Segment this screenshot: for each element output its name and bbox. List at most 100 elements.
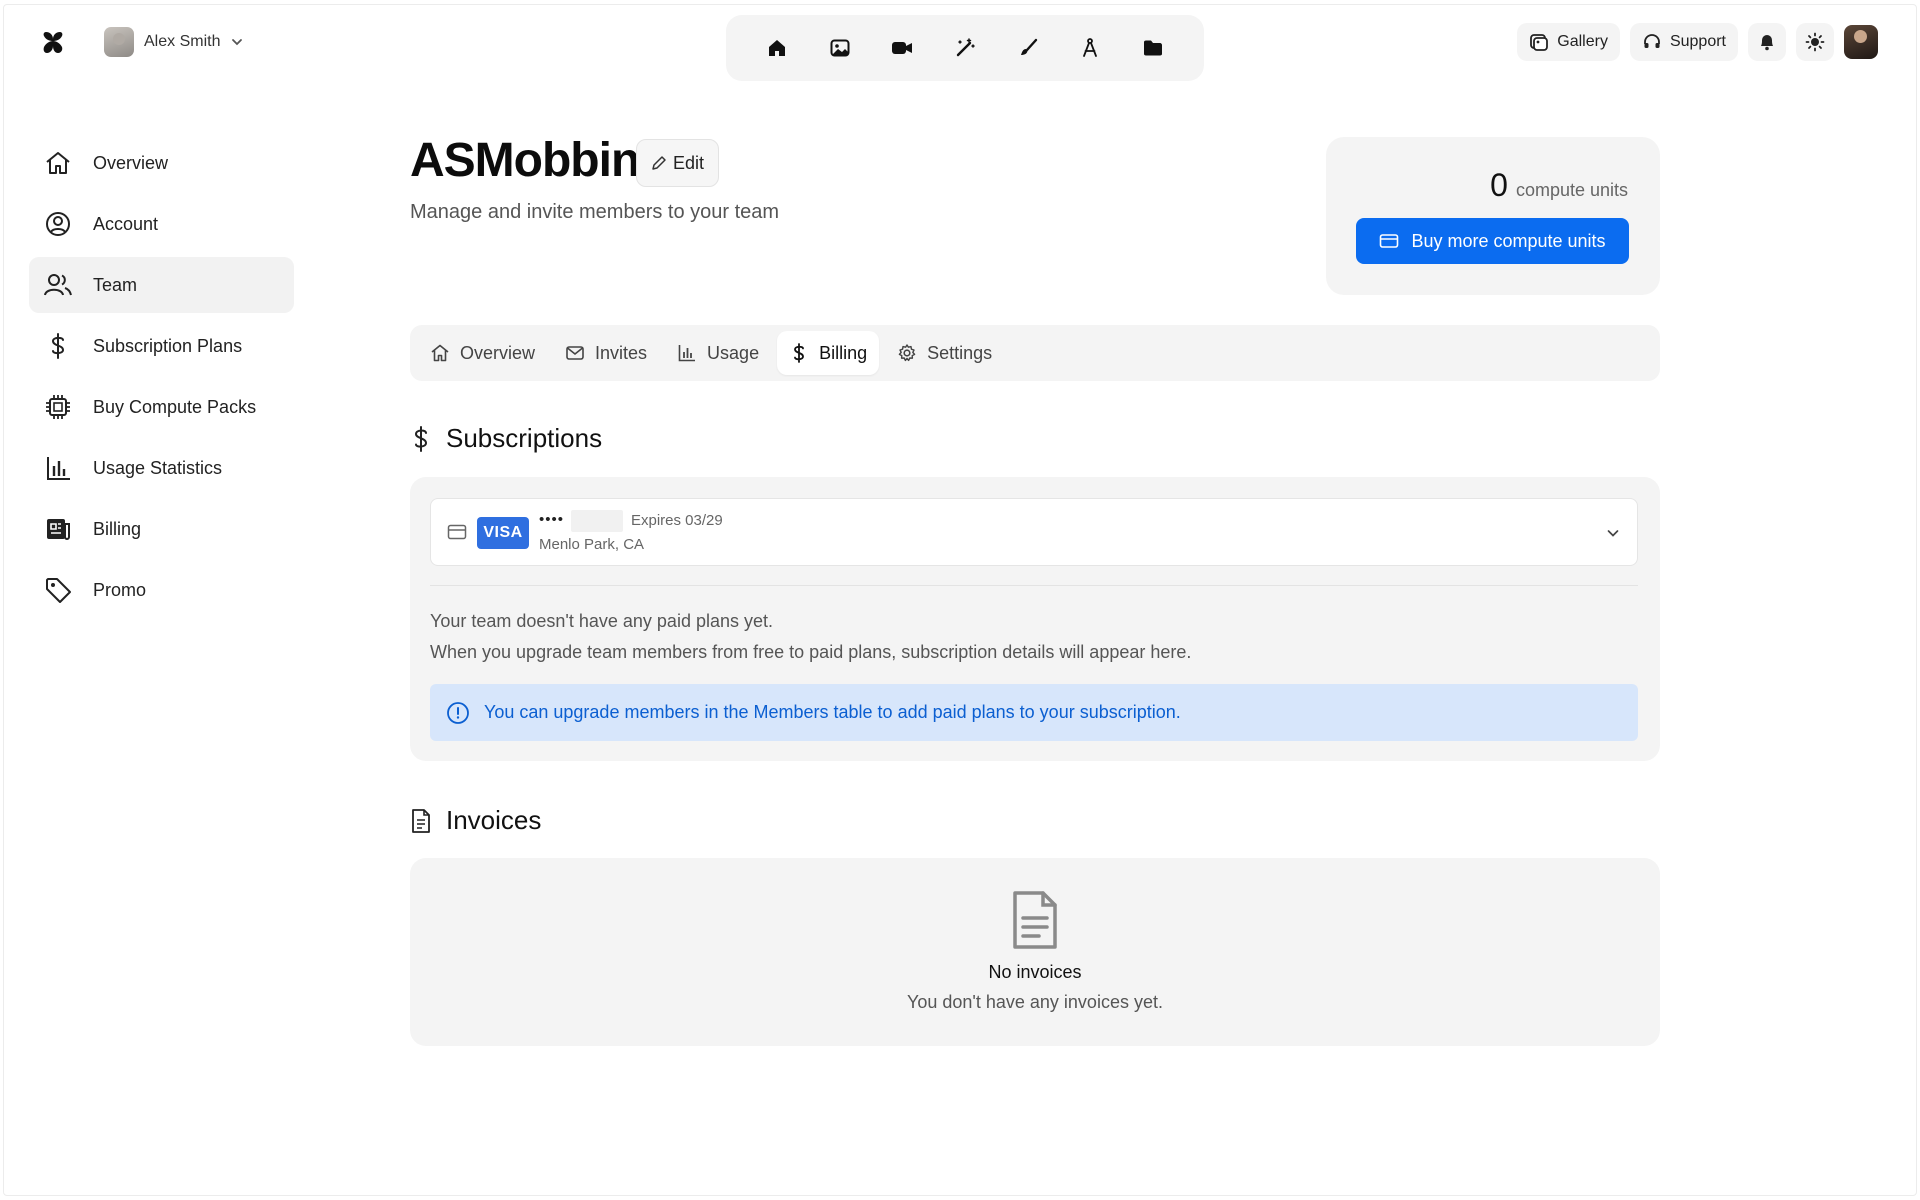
card-location: Menlo Park, CA — [539, 536, 645, 553]
no-plans-text: Your team doesn't have any paid plans ye… — [430, 611, 774, 631]
magic-wand-icon[interactable] — [945, 28, 985, 68]
empty-state-subtitle: You don't have any invoices yet. — [907, 992, 1163, 1012]
team-tabs: Overview Invites Usage Billing Settings — [410, 325, 1660, 381]
subscriptions-heading: Subscriptions — [410, 423, 602, 454]
tab-label: Settings — [927, 342, 993, 363]
payment-method-row[interactable]: VISA •••• Expires 03/29 Menlo Park, CA — [430, 498, 1638, 566]
tag-icon — [43, 575, 73, 605]
tab-billing[interactable]: Billing — [777, 331, 880, 375]
bell-icon — [1757, 32, 1777, 52]
user-name: Alex Smith — [144, 33, 221, 50]
pencil-icon — [651, 155, 667, 171]
chip-icon — [43, 392, 73, 422]
compute-unit-label: compute units — [1515, 180, 1628, 200]
section-title: Subscriptions — [446, 423, 603, 453]
edit-team-name-button[interactable]: Edit — [636, 139, 720, 187]
user-avatar[interactable] — [1844, 25, 1878, 59]
divider — [430, 585, 1638, 586]
info-icon — [446, 701, 470, 725]
info-text: You can upgrade members in the Members t… — [484, 702, 1181, 722]
buy-label: Buy more compute units — [1411, 230, 1606, 251]
page-subtitle: Manage and invite members to your team — [410, 201, 780, 223]
team-icon — [43, 270, 73, 300]
card-expiry: Expires 03/29 — [631, 512, 723, 529]
gallery-button[interactable]: Gallery — [1517, 23, 1620, 61]
tab-usage[interactable]: Usage — [665, 331, 771, 375]
app-logo-icon[interactable] — [40, 29, 68, 57]
plans-help-text: When you upgrade team members from free … — [430, 642, 1192, 662]
image-icon[interactable] — [820, 28, 860, 68]
section-title: Invoices — [446, 805, 542, 835]
sidebar-item-account[interactable]: Account — [29, 196, 294, 252]
tab-invites[interactable]: Invites — [553, 331, 659, 375]
sidebar-item-promo[interactable]: Promo — [29, 562, 294, 618]
tab-label: Overview — [460, 342, 536, 363]
tab-settings[interactable]: Settings — [885, 331, 1004, 375]
sidebar-item-usage-statistics[interactable]: Usage Statistics — [29, 440, 294, 496]
sidebar-item-overview[interactable]: Overview — [29, 135, 294, 191]
invoices-panel: No invoices You don't have any invoices … — [410, 858, 1660, 1046]
sidebar: Overview Account Team Subscription Plans… — [29, 135, 294, 623]
video-icon[interactable] — [882, 28, 922, 68]
document-icon — [1009, 890, 1061, 950]
buy-compute-units-button[interactable]: Buy more compute units — [1356, 218, 1629, 264]
home-icon — [43, 148, 73, 178]
tab-label: Invites — [595, 342, 648, 363]
info-banner: You can upgrade members in the Members t… — [430, 684, 1638, 741]
gallery-label: Gallery — [1557, 33, 1608, 50]
receipt-icon — [43, 514, 73, 544]
folder-icon[interactable] — [1133, 28, 1173, 68]
notifications-button[interactable] — [1748, 23, 1786, 61]
gallery-icon — [1529, 32, 1549, 52]
sidebar-item-label: Usage Statistics — [93, 457, 223, 478]
mail-icon — [565, 343, 585, 363]
compass-icon[interactable] — [1070, 28, 1110, 68]
redacted-card-digits — [571, 510, 623, 532]
sidebar-item-label: Buy Compute Packs — [93, 396, 257, 417]
compute-count-value: 0 — [1490, 167, 1508, 203]
dollar-icon — [410, 425, 432, 452]
user-circle-icon — [43, 209, 73, 239]
edit-label: Edit — [673, 152, 705, 173]
compute-count: 0 compute units — [1490, 167, 1628, 204]
sidebar-item-label: Subscription Plans — [93, 335, 243, 356]
bar-chart-icon — [43, 453, 73, 483]
tab-overview[interactable]: Overview — [418, 331, 547, 375]
card-number-masked: •••• — [539, 511, 565, 528]
team-avatar — [104, 27, 134, 57]
theme-toggle[interactable] — [1796, 23, 1834, 61]
tab-label: Usage — [707, 342, 760, 363]
page-title: ASMobbin — [410, 134, 640, 187]
tab-label: Billing — [819, 342, 868, 363]
sidebar-item-team[interactable]: Team — [29, 257, 294, 313]
sidebar-item-label: Billing — [93, 518, 142, 539]
visa-badge: VISA — [477, 517, 529, 549]
empty-state-title: No invoices — [988, 962, 1082, 982]
subscriptions-panel: VISA •••• Expires 03/29 Menlo Park, CA Y… — [410, 477, 1660, 761]
sidebar-item-label: Team — [93, 274, 138, 295]
compute-units-card: 0 compute units Buy more compute units — [1326, 137, 1660, 295]
credit-card-icon — [1379, 232, 1399, 250]
chevron-down-icon — [230, 35, 244, 49]
chevron-down-icon[interactable] — [1605, 525, 1621, 541]
home-icon[interactable] — [757, 28, 797, 68]
gear-icon — [897, 343, 917, 363]
sidebar-item-label: Promo — [93, 579, 147, 600]
support-label: Support — [1669, 33, 1726, 50]
header-actions: Gallery Support — [1517, 23, 1878, 61]
dollar-icon — [43, 331, 73, 361]
credit-card-icon — [447, 523, 467, 541]
sidebar-item-subscription-plans[interactable]: Subscription Plans — [29, 318, 294, 374]
sidebar-item-billing[interactable]: Billing — [29, 501, 294, 557]
sidebar-item-buy-compute-packs[interactable]: Buy Compute Packs — [29, 379, 294, 435]
team-switcher[interactable]: Alex Smith — [104, 27, 244, 57]
sidebar-item-label: Account — [93, 213, 159, 234]
headset-icon — [1642, 32, 1662, 52]
sidebar-item-label: Overview — [93, 152, 169, 173]
sun-icon — [1805, 32, 1825, 52]
bar-chart-icon — [677, 343, 697, 363]
brush-icon[interactable] — [1008, 28, 1048, 68]
document-icon — [410, 808, 432, 834]
tool-dock — [726, 15, 1204, 81]
support-button[interactable]: Support — [1629, 23, 1738, 61]
